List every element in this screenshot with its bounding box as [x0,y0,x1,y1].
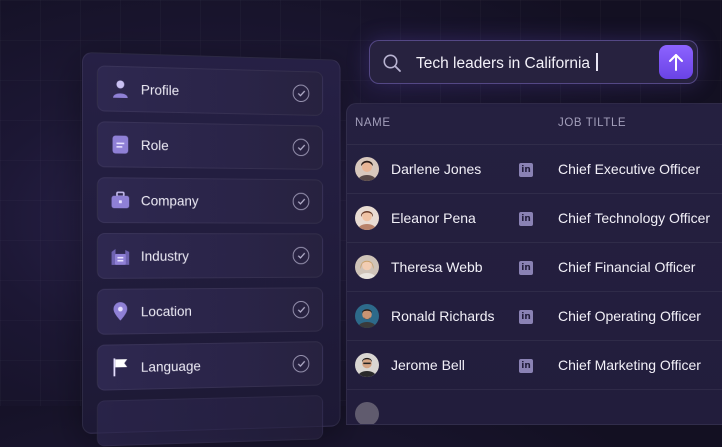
filter-label: Language [140,357,201,375]
column-header-name[interactable]: NAME [355,117,391,129]
document-icon [110,133,132,155]
search-bar[interactable]: Tech leaders in California [369,40,698,84]
person-name: Darlene Jones [391,161,482,177]
avatar [355,353,379,377]
avatar [355,157,379,181]
search-icon [382,53,402,73]
briefcase-icon [110,189,132,211]
person-job-title: Chief Technology Officer [558,210,711,226]
filter-label: Industry [140,247,189,264]
linkedin-icon[interactable]: in [519,163,533,177]
filter-item-partial [96,395,324,447]
search-input[interactable]: Tech leaders in California [416,53,598,73]
table-row[interactable]: Ronald Richards in Chief Operating Offic… [347,291,722,341]
person-name: Ronald Richards [391,308,495,324]
filter-item-profile[interactable]: Profile [96,65,324,116]
person-job-title: Chief Operating Officer [558,308,701,324]
table-row[interactable]: Eleanor Pena in Chief Technology Officer [347,193,722,243]
building-icon [110,245,132,267]
filter-label: Role [140,136,169,154]
person-name: Jerome Bell [391,357,465,373]
filter-item-language[interactable]: Language [96,341,324,391]
person-job-title: Chief Marketing Officer [558,357,701,373]
filter-label: Location [140,302,192,320]
check-icon [292,138,310,157]
filter-item-company[interactable]: Company [96,177,324,224]
avatar [355,402,379,424]
check-icon [292,354,310,373]
table-header: NAME JOB TILTLE [347,104,722,144]
linkedin-icon[interactable]: in [519,212,533,226]
filter-label: Profile [140,81,180,99]
filter-item-role[interactable]: Role [96,121,324,170]
check-icon [292,300,310,319]
check-icon [292,192,310,211]
text-caret [596,53,598,71]
submit-search-button[interactable] [659,45,693,79]
person-name: Eleanor Pena [391,210,476,226]
table-row[interactable]: Jerome Bell in Chief Marketing Officer [347,340,722,390]
person-job-title: Chief Executive Officer [558,161,701,177]
search-query: Tech leaders in California [416,55,591,72]
person-job-title: Chief Financial Officer [558,259,696,275]
filter-label: Company [140,192,199,209]
results-table: NAME JOB TILTLE Darlene Jones in Chief E… [346,103,722,425]
table-row[interactable]: Theresa Webb in Chief Financial Officer [347,242,722,292]
table-row[interactable]: Darlene Jones in Chief Executive Officer [347,144,722,194]
check-icon [292,84,310,103]
linkedin-icon[interactable]: in [519,261,533,275]
filter-panel: Profile Role Company Industry Location L… [82,52,341,447]
filter-item-industry[interactable]: Industry [96,233,324,279]
avatar [355,255,379,279]
check-icon [292,246,310,265]
column-header-job-title[interactable]: JOB TILTLE [558,117,626,129]
table-row-partial [347,389,722,424]
filter-item-location[interactable]: Location [96,287,324,335]
linkedin-icon[interactable]: in [519,310,533,324]
person-icon [110,78,132,100]
person-name: Theresa Webb [391,259,483,275]
map-pin-icon [110,301,132,323]
arrow-up-icon [668,53,684,71]
avatar [355,304,379,328]
avatar [355,206,379,230]
flag-icon [110,356,132,378]
linkedin-icon[interactable]: in [519,359,533,373]
